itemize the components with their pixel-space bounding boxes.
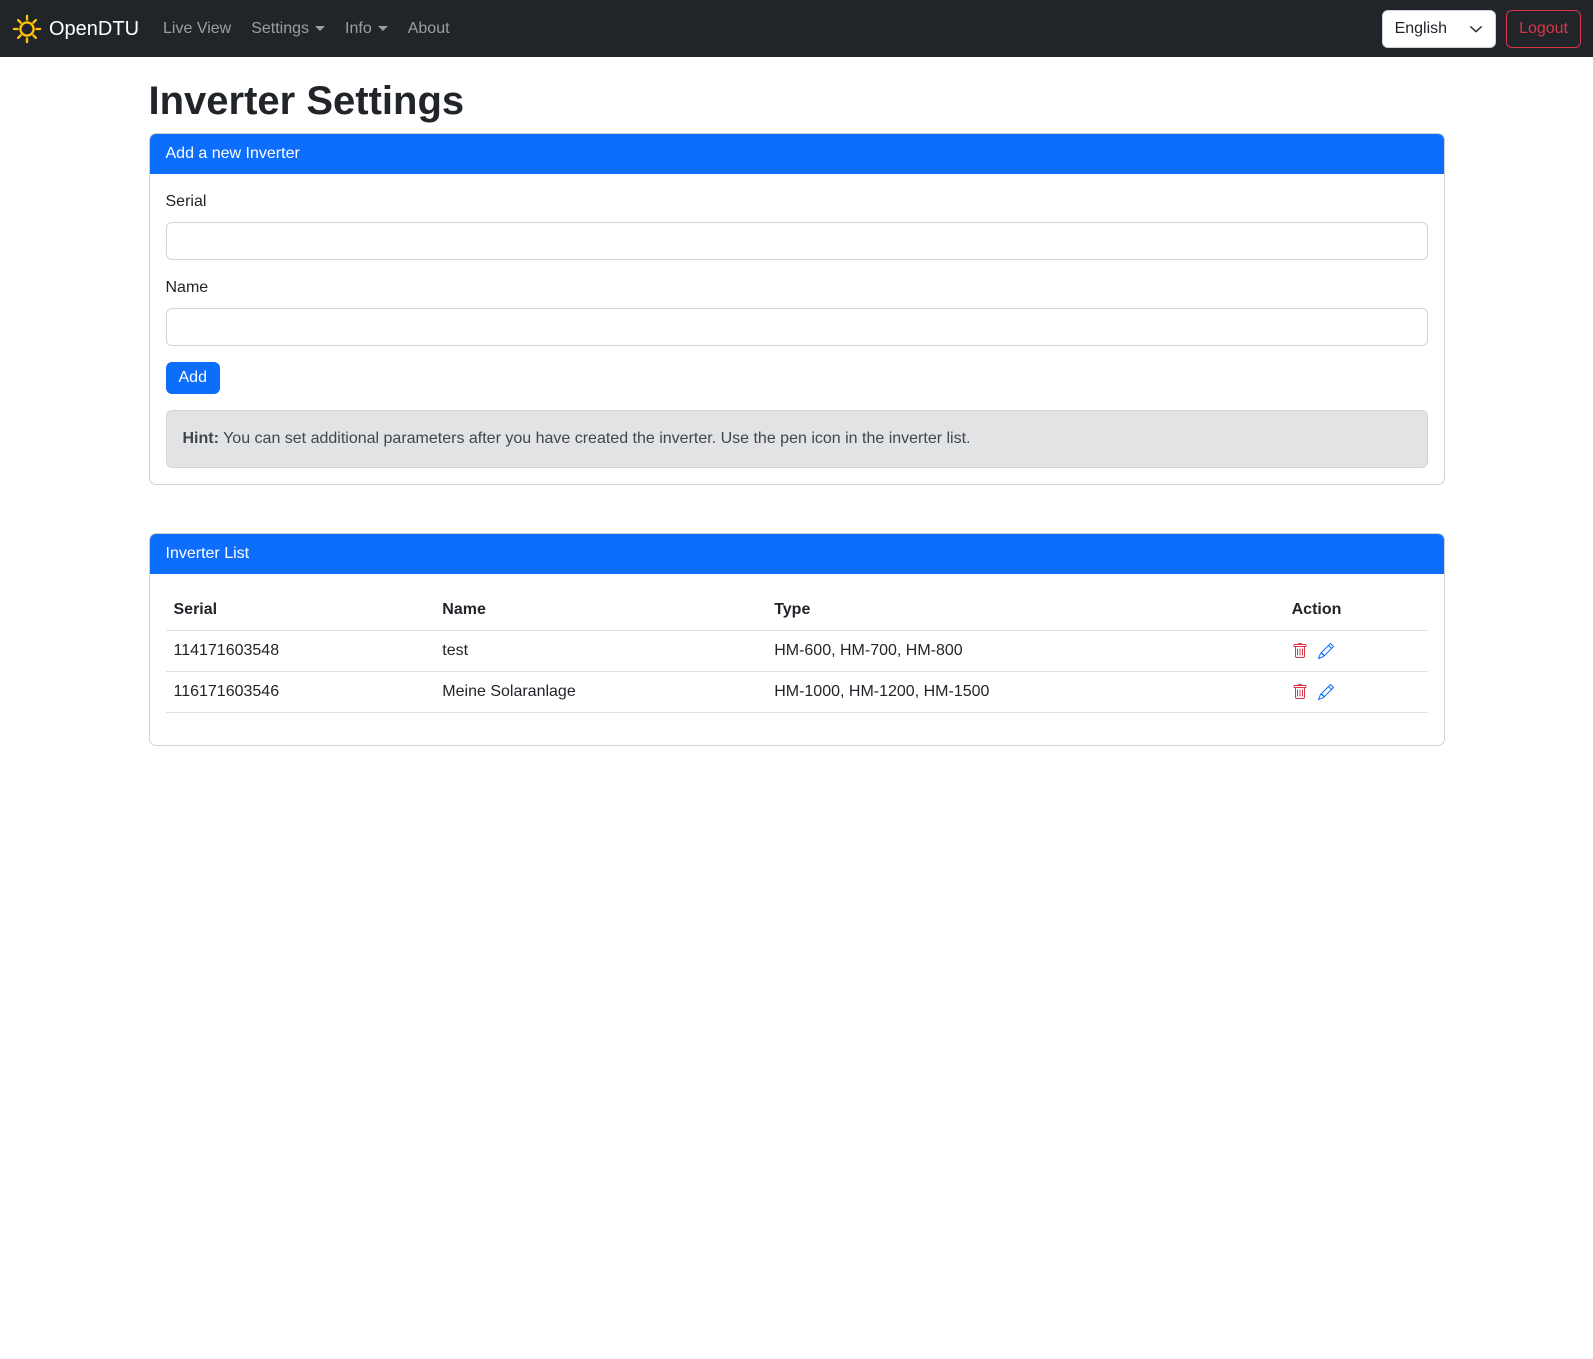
cell-type: HM-600, HM-700, HM-800 (766, 631, 1283, 672)
cell-serial: 114171603548 (166, 631, 435, 672)
hint-box: Hint: You can set additional parameters … (166, 410, 1428, 468)
brand-label: OpenDTU (49, 14, 139, 44)
pencil-icon (1318, 643, 1334, 659)
nav-info-label: Info (345, 17, 372, 41)
nav-live-view-label: Live View (163, 17, 231, 41)
add-inverter-card-body: Serial Name Add Hint: You can set additi… (150, 174, 1444, 484)
column-header-serial: Serial (166, 590, 435, 631)
add-inverter-card: Add a new Inverter Serial Name Add Hint:… (149, 133, 1445, 485)
main-content: Inverter Settings Add a new Inverter Ser… (137, 77, 1457, 786)
language-select-value: English (1395, 17, 1447, 41)
delete-inverter-button[interactable] (1292, 684, 1308, 700)
cell-action (1284, 631, 1428, 672)
language-select[interactable]: English (1382, 10, 1496, 48)
nav-live-view[interactable]: Live View (155, 9, 239, 49)
nav-about-label: About (408, 17, 450, 41)
table-row: 116171603546 Meine Solaranlage HM-1000, … (166, 672, 1428, 713)
table-row: 114171603548 test HM-600, HM-700, HM-800 (166, 631, 1428, 672)
trash-icon (1292, 643, 1308, 659)
column-header-name: Name (434, 590, 766, 631)
nav-settings-label: Settings (251, 17, 309, 41)
chevron-down-icon (378, 26, 388, 31)
inverter-list-card: Inverter List Serial Name Type Action 11… (149, 533, 1445, 746)
serial-input[interactable] (166, 222, 1428, 260)
column-header-type: Type (766, 590, 1283, 631)
cell-type: HM-1000, HM-1200, HM-1500 (766, 672, 1283, 713)
nav-settings[interactable]: Settings (243, 9, 333, 49)
sun-icon (12, 14, 42, 44)
inverter-table: Serial Name Type Action 114171603548 tes… (166, 590, 1428, 713)
table-header-row: Serial Name Type Action (166, 590, 1428, 631)
hint-label: Hint: (183, 430, 219, 447)
cell-action (1284, 672, 1428, 713)
cell-name: test (434, 631, 766, 672)
add-button-row: Add (166, 362, 1428, 394)
add-button[interactable]: Add (166, 362, 220, 394)
cell-serial: 116171603546 (166, 672, 435, 713)
cell-name: Meine Solaranlage (434, 672, 766, 713)
edit-inverter-button[interactable] (1318, 684, 1334, 700)
inverter-list-card-body: Serial Name Type Action 114171603548 tes… (150, 574, 1444, 745)
chevron-down-icon (315, 26, 325, 31)
navbar: OpenDTU Live View Settings Info About En… (0, 0, 1593, 57)
navbar-right: English Logout (1382, 10, 1581, 48)
hint-text: You can set additional parameters after … (219, 430, 971, 447)
brand-link[interactable]: OpenDTU (12, 14, 139, 44)
trash-icon (1292, 684, 1308, 700)
nav-info[interactable]: Info (337, 9, 396, 49)
serial-label: Serial (166, 190, 1428, 214)
chevron-down-icon (1469, 22, 1483, 36)
logout-button[interactable]: Logout (1506, 10, 1581, 48)
name-label: Name (166, 276, 1428, 300)
nav-about[interactable]: About (400, 9, 458, 49)
nav-links: Live View Settings Info About (155, 9, 462, 49)
delete-inverter-button[interactable] (1292, 643, 1308, 659)
page-title: Inverter Settings (149, 77, 1445, 125)
add-inverter-card-header: Add a new Inverter (150, 134, 1444, 174)
inverter-list-card-header: Inverter List (150, 534, 1444, 574)
column-header-action: Action (1284, 590, 1428, 631)
pencil-icon (1318, 684, 1334, 700)
edit-inverter-button[interactable] (1318, 643, 1334, 659)
name-input[interactable] (166, 308, 1428, 346)
